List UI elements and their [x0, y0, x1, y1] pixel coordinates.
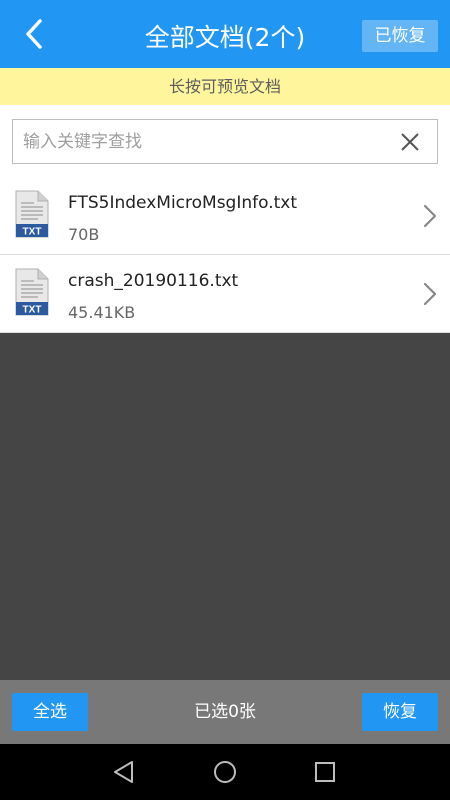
select-all-button[interactable]: 全选	[12, 693, 88, 731]
recovered-button[interactable]: 已恢复	[362, 20, 438, 52]
back-button[interactable]	[16, 16, 52, 52]
hint-banner: 长按可预览文档	[0, 68, 450, 105]
nav-recents-icon[interactable]	[311, 758, 339, 786]
bottom-action-bar: 全选 已选0张 恢复	[0, 680, 450, 744]
system-navigation-bar	[0, 744, 450, 800]
file-list: TXT FTS5IndexMicroMsgInfo.txt 70B TXT cr…	[0, 177, 450, 333]
file-type-label: TXT	[23, 227, 42, 238]
file-name: FTS5IndexMicroMsgInfo.txt	[68, 193, 298, 213]
file-name: crash_20190116.txt	[68, 271, 239, 291]
search-section	[0, 105, 450, 177]
txt-file-icon: TXT	[15, 268, 49, 316]
file-type-label: TXT	[23, 305, 42, 316]
app-header: 全部文档(2个) 已恢复	[0, 0, 450, 68]
chevron-right-icon	[423, 204, 437, 228]
back-arrow-icon	[26, 19, 42, 49]
file-size: 70B	[68, 225, 100, 244]
chevron-right-icon	[423, 282, 437, 306]
restore-button[interactable]: 恢复	[362, 693, 438, 731]
file-size: 45.41KB	[68, 303, 136, 322]
search-input[interactable]	[23, 120, 383, 163]
nav-back-icon[interactable]	[110, 758, 138, 786]
search-box	[12, 119, 438, 164]
file-list-item[interactable]: TXT crash_20190116.txt 45.41KB	[0, 255, 450, 333]
close-icon[interactable]	[399, 131, 421, 153]
file-list-item[interactable]: TXT FTS5IndexMicroMsgInfo.txt 70B	[0, 177, 450, 255]
txt-file-icon: TXT	[15, 190, 49, 238]
nav-home-icon[interactable]	[211, 758, 239, 786]
